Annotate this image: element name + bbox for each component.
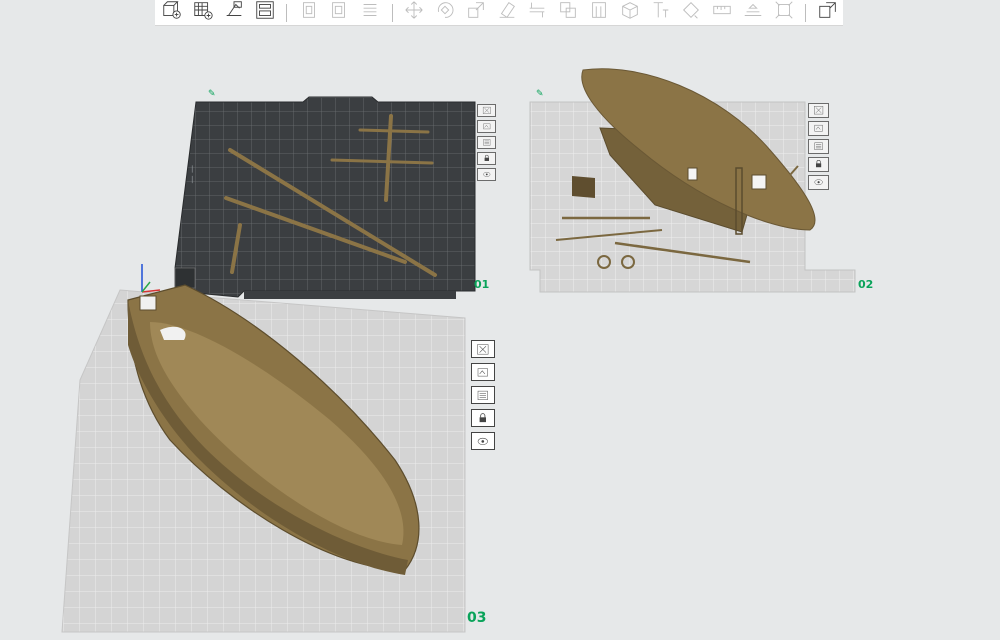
plate-2-plate-settings-button[interactable]: [808, 139, 829, 154]
plate-01-number[interactable]: 01: [474, 278, 489, 291]
viewport-3d[interactable]: — — ✎ ✎: [0, 0, 1000, 640]
plate-02-buttons: [808, 103, 829, 190]
close-icon: [478, 105, 495, 116]
plate-01-buttons: [477, 104, 496, 181]
plate-2-auto-arrange-button[interactable]: [808, 121, 829, 136]
view-icon: [478, 169, 495, 180]
view-icon: [472, 433, 494, 449]
plate-2-close-button[interactable]: [808, 103, 829, 118]
plate-3-plate-settings-button[interactable]: [471, 386, 495, 404]
plate-3-auto-arrange-button[interactable]: [471, 363, 495, 381]
plate-1-auto-arrange-button[interactable]: [477, 120, 496, 133]
close-icon: [809, 104, 828, 117]
lock-icon: [472, 410, 494, 426]
plate-01-engraving: — —: [188, 165, 197, 184]
plate-2-view-button[interactable]: [808, 175, 829, 190]
plate-03-number[interactable]: 03: [467, 610, 486, 626]
plate-1-close-button[interactable]: [477, 104, 496, 117]
axes-gizmo: [141, 264, 161, 293]
plate-3-view-button[interactable]: [471, 432, 495, 450]
plate-1-plate-settings-button[interactable]: [477, 136, 496, 149]
close-icon: [472, 341, 494, 357]
plate-settings-icon: [809, 140, 828, 153]
auto-arrange-icon: [472, 364, 494, 380]
lock-icon: [809, 158, 828, 171]
plate-settings-icon: [472, 387, 494, 403]
plate-3-close-button[interactable]: [471, 340, 495, 358]
lock-icon: [478, 153, 495, 164]
plate-01[interactable]: — — ✎: [174, 88, 476, 299]
plate-01-edit-icon[interactable]: ✎: [208, 88, 216, 98]
plate-settings-icon: [478, 137, 495, 148]
plate-1-view-button[interactable]: [477, 168, 496, 181]
auto-arrange-icon: [809, 122, 828, 135]
plate-2-lock-button[interactable]: [808, 157, 829, 172]
plate-3-lock-button[interactable]: [471, 409, 495, 427]
plate-03-buttons: [471, 340, 495, 450]
view-icon: [809, 176, 828, 189]
plate-02-edit-icon[interactable]: ✎: [536, 88, 544, 98]
plate-02-number[interactable]: 02: [858, 278, 873, 291]
plate-1-lock-button[interactable]: [477, 152, 496, 165]
auto-arrange-icon: [478, 121, 495, 132]
